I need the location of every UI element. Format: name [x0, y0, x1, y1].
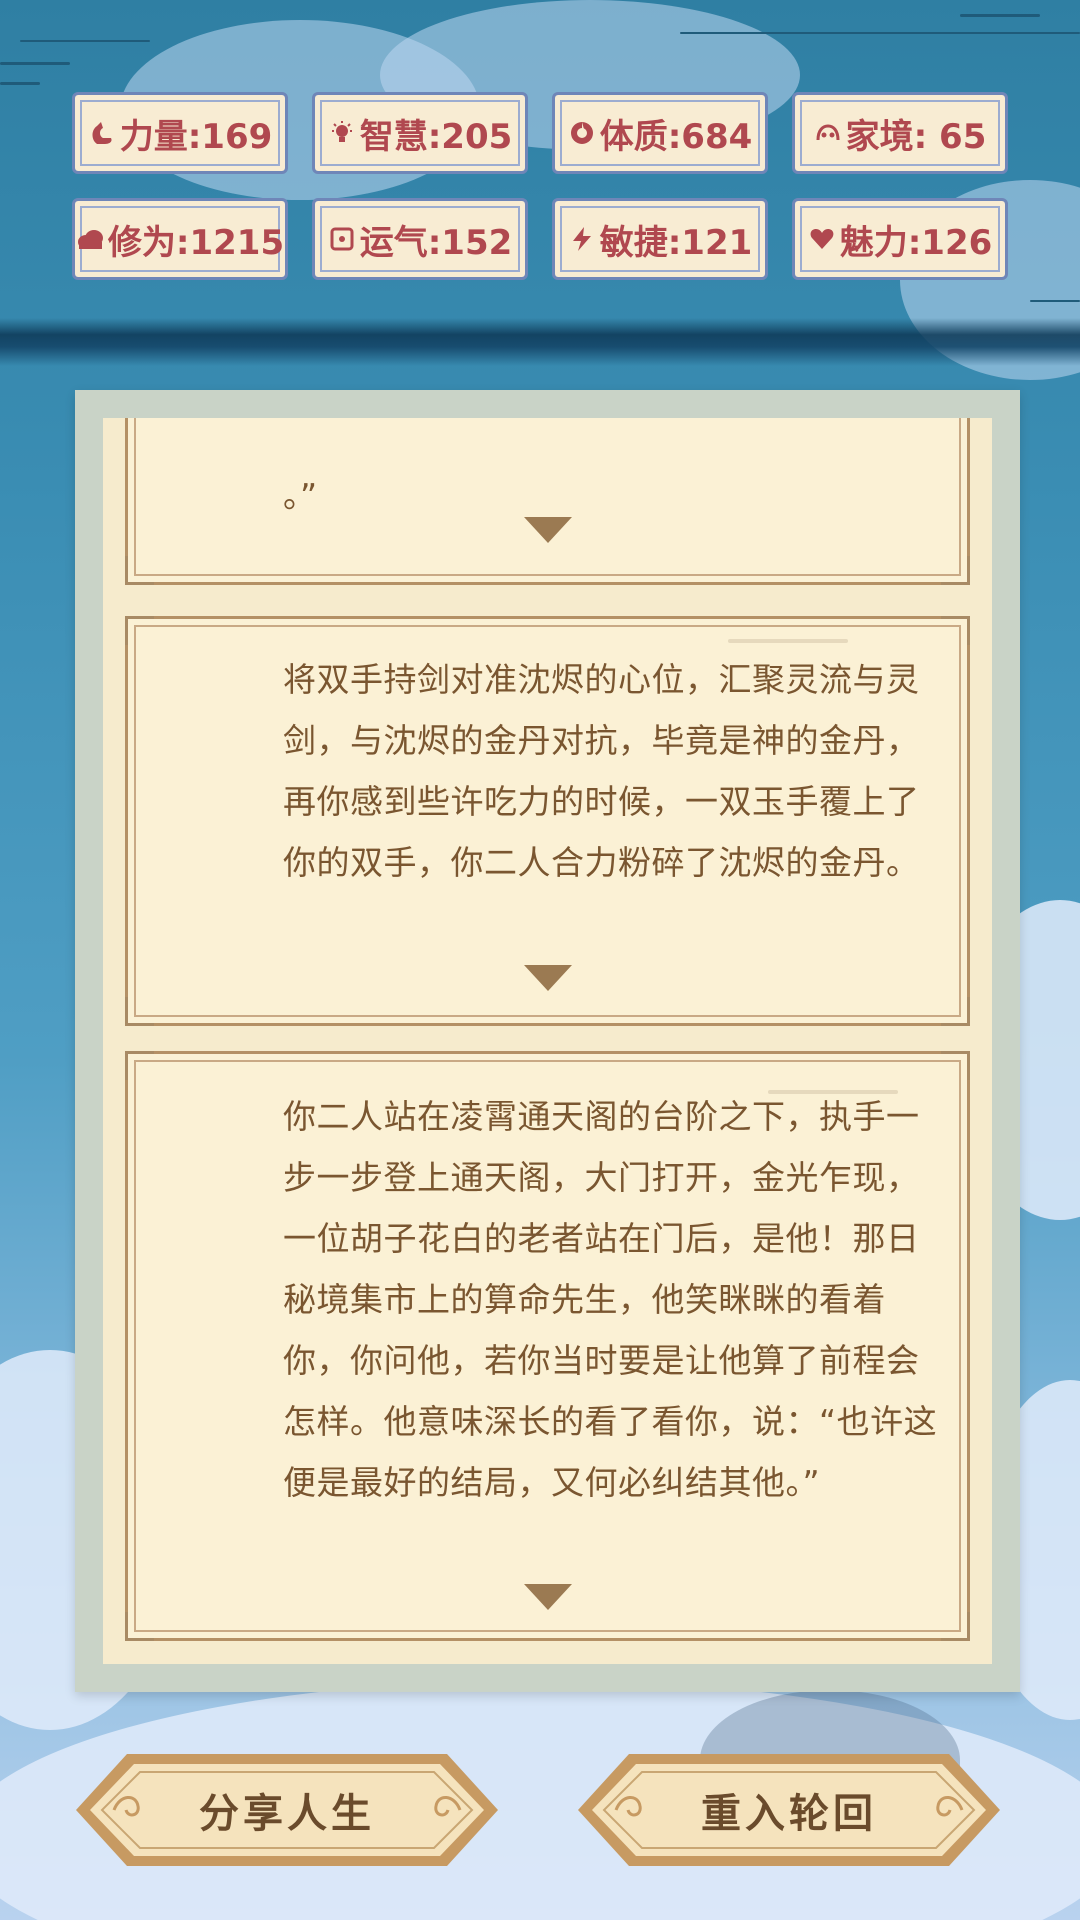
game-screen: 力量:169 智慧:205 体质:684 家境: 65 修为:1215 运气:1… [0, 0, 1080, 1920]
corner-ornament [941, 1612, 970, 1641]
stat-label: 力量:169 [119, 116, 273, 157]
story-scroll-area[interactable]: 。” 将双手持剑对准沈烬的心位，汇聚灵流与灵剑，与沈烬的金丹对抗，毕竟是神的金丹… [103, 418, 992, 1664]
cloud-decoration [728, 639, 848, 643]
next-arrow-icon[interactable] [523, 517, 572, 543]
story-text: 。” [283, 476, 318, 515]
stat-label: 体质:684 [599, 116, 753, 157]
share-life-label: 分享人生 [199, 1791, 375, 1837]
corner-ornament [941, 556, 970, 585]
agility-icon [568, 225, 596, 253]
bg-swirl [0, 62, 70, 65]
story-panel: 。” 将双手持剑对准沈烬的心位，汇聚灵流与灵剑，与沈烬的金丹对抗，毕竟是神的金丹… [75, 390, 1020, 1692]
bg-swirl [1030, 300, 1080, 302]
stat-label: 修为:1215 [107, 222, 285, 263]
next-arrow-icon[interactable] [523, 1584, 572, 1610]
wisdom-icon [328, 119, 356, 147]
bg-swirl [0, 82, 40, 85]
corner-ornament [125, 1612, 154, 1641]
stat-charm: 魅力:126 [792, 198, 1008, 280]
story-text: 将双手持剑对准沈烬的心位，汇聚灵流与灵剑，与沈烬的金丹对抗，毕竟是神的金丹，再你… [283, 660, 920, 882]
stat-label: 智慧:205 [359, 116, 513, 157]
family-icon [814, 119, 842, 147]
restart-cycle-label: 重入轮回 [701, 1791, 877, 1837]
bg-swirl [680, 32, 1080, 34]
cultivation-icon [76, 225, 104, 253]
story-text: 你二人站在凌霄通天阁的台阶之下，执手一步一步登上通天阁，大门打开，金光乍现，一位… [283, 1097, 938, 1502]
stat-agility: 敏捷:121 [552, 198, 768, 280]
stat-wisdom: 智慧:205 [312, 92, 528, 174]
corner-ornament [941, 1051, 970, 1080]
corner-ornament [125, 1051, 154, 1080]
corner-ornament [941, 616, 970, 645]
charm-icon [808, 225, 836, 253]
share-life-button[interactable]: 分享人生 [72, 1750, 502, 1870]
next-arrow-icon[interactable] [523, 965, 572, 991]
stat-luck: 运气:152 [312, 198, 528, 280]
story-card: 你二人站在凌霄通天阁的台阶之下，执手一步一步登上通天阁，大门打开，金光乍现，一位… [125, 1051, 970, 1641]
bg-swirl [960, 14, 1040, 17]
stat-label: 运气:152 [359, 222, 513, 263]
stat-strength: 力量:169 [72, 92, 288, 174]
stat-cultivation: 修为:1215 [72, 198, 288, 280]
stat-label: 魅力:126 [839, 222, 993, 263]
corner-ornament [941, 997, 970, 1026]
strength-icon [88, 119, 116, 147]
corner-ornament [125, 997, 154, 1026]
story-card: 将双手持剑对准沈烬的心位，汇聚灵流与灵剑，与沈烬的金丹对抗，毕竟是神的金丹，再你… [125, 616, 970, 1026]
stat-constitution: 体质:684 [552, 92, 768, 174]
corner-ornament [125, 616, 154, 645]
corner-ornament [125, 556, 154, 585]
story-card: 。” [125, 418, 970, 585]
restart-cycle-button[interactable]: 重入轮回 [574, 1750, 1004, 1870]
bg-swirl [20, 40, 150, 42]
stat-label: 家境: 65 [845, 116, 987, 157]
luck-icon [328, 225, 356, 253]
brush-band [0, 318, 1080, 366]
stat-label: 敏捷:121 [599, 222, 753, 263]
constitution-icon [568, 119, 596, 147]
stat-family: 家境: 65 [792, 92, 1008, 174]
